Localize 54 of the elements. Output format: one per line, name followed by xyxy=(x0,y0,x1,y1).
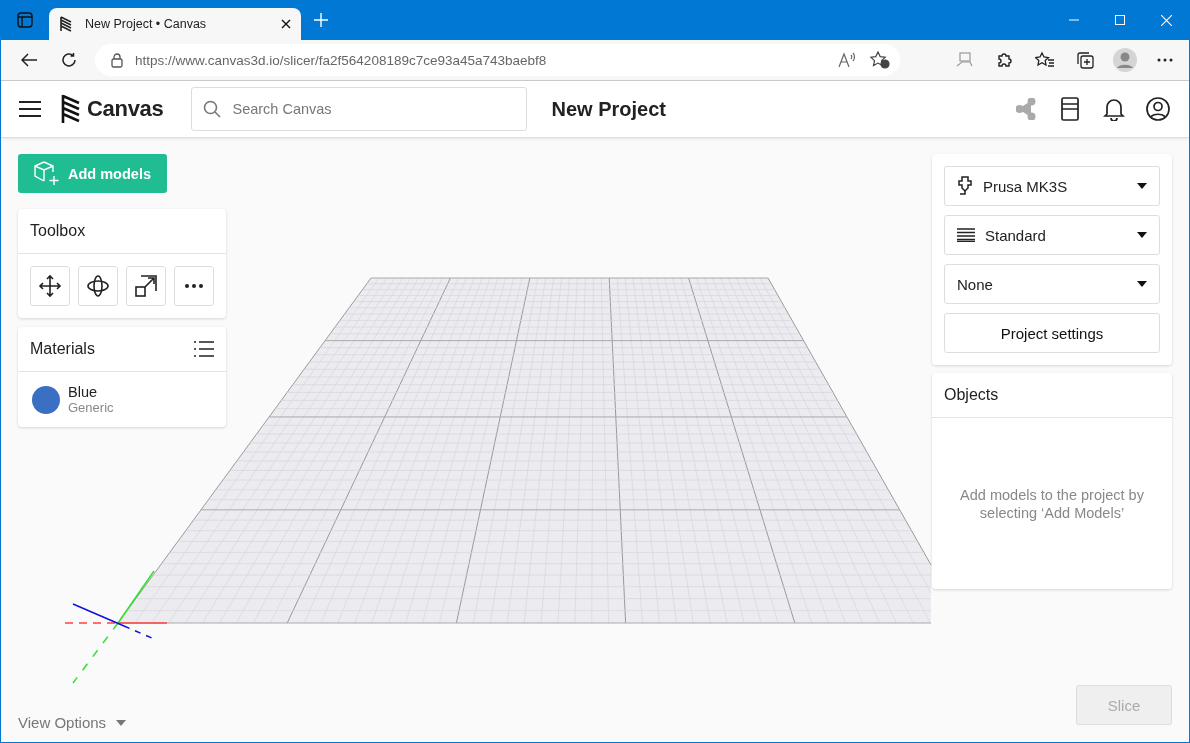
rotate-orbit-icon xyxy=(86,274,110,298)
puzzle-piece-icon[interactable] xyxy=(996,51,1014,69)
add-favorite-star-icon[interactable] xyxy=(870,51,890,69)
tool-button[interactable] xyxy=(174,266,214,306)
scale-icon xyxy=(134,274,158,298)
empty-message: Add models to the project by selecting ‘Add Models’ xyxy=(959,485,1145,522)
dropdown[interactable]: Standard xyxy=(944,215,1160,255)
back-arrow-icon[interactable] xyxy=(21,53,37,67)
dropdown[interactable]: Prusa MK3S xyxy=(944,166,1160,206)
address-bar[interactable]: https://www.canvas3d.io/slicer/fa2f564208189c7ce93a45a743baebf8 xyxy=(95,44,900,76)
read-aloud-icon[interactable] xyxy=(838,52,858,68)
tool-button[interactable] xyxy=(30,266,70,306)
maximize-icon[interactable] xyxy=(1115,15,1125,25)
close-tab-icon[interactable] xyxy=(281,19,291,29)
panel-layout-icon[interactable] xyxy=(1061,97,1079,121)
panel-title: Toolbox xyxy=(30,222,86,240)
layers-lines-icon xyxy=(957,228,975,242)
dropdown[interactable]: None xyxy=(944,264,1160,304)
panel-title: Materials xyxy=(30,340,95,358)
canvas-logo-icon xyxy=(61,93,81,125)
cube-plus-icon xyxy=(34,160,60,187)
more-options-icon[interactable] xyxy=(1157,58,1173,62)
browser-tab[interactable]: New Project • Canvas xyxy=(49,8,301,40)
collections-icon[interactable] xyxy=(1075,50,1095,70)
view-options-button[interactable]: View Options xyxy=(18,714,127,731)
close-window-icon[interactable] xyxy=(1160,14,1172,26)
move-arrows-icon xyxy=(38,274,62,298)
material-name: Blue xyxy=(68,384,99,400)
search-icon xyxy=(203,100,222,118)
panel-title: Objects xyxy=(944,386,999,404)
menu-icon[interactable] xyxy=(19,101,41,117)
tool-button[interactable] xyxy=(126,266,166,306)
lock-icon xyxy=(111,52,123,68)
caret-icon xyxy=(1137,232,1147,238)
user-account-icon[interactable] xyxy=(1146,97,1170,121)
canvas-logo-icon xyxy=(59,16,73,32)
caret-icon xyxy=(116,719,127,726)
notification-bell-icon[interactable] xyxy=(1103,97,1125,121)
brand-name: Canvas xyxy=(87,96,164,122)
caret-icon xyxy=(1137,183,1147,189)
caret-icon xyxy=(1137,281,1147,287)
tool-button[interactable] xyxy=(78,266,118,306)
refresh-icon[interactable] xyxy=(61,52,77,68)
project-title: New Project xyxy=(551,97,667,121)
project-settings-button[interactable]: Project settings xyxy=(944,313,1160,353)
more-dots-icon xyxy=(184,283,204,289)
tab-actions-icon[interactable] xyxy=(17,12,33,28)
material-type: Generic xyxy=(68,400,114,415)
list-icon[interactable] xyxy=(194,341,214,357)
nozzle-icon xyxy=(957,176,973,196)
profile-avatar-icon[interactable] xyxy=(1113,48,1137,72)
new-tab-plus-icon[interactable] xyxy=(314,13,328,27)
search-field[interactable]: Search Canvas xyxy=(191,87,528,131)
favorites-star-list-icon[interactable] xyxy=(1035,51,1055,69)
